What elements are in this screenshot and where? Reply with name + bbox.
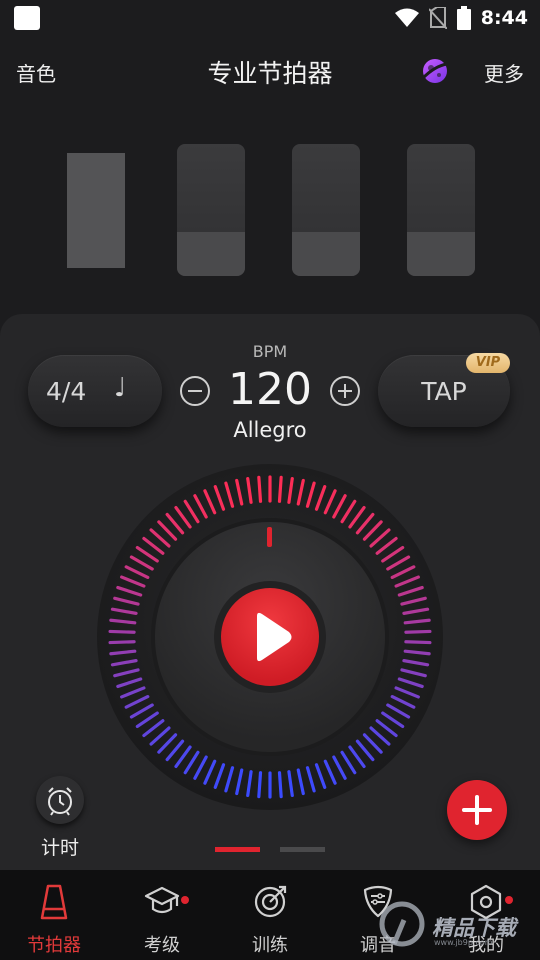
title-bar: 音色 专业节拍器 更多 — [0, 36, 540, 108]
dial-tick — [277, 475, 283, 503]
beat-indicator-3[interactable] — [292, 144, 360, 276]
tab-metronome[interactable]: 节拍器 — [0, 870, 108, 960]
timer-label: 计时 — [40, 837, 79, 859]
beat-level — [177, 232, 245, 276]
battery-icon — [456, 6, 471, 30]
increase-bpm-button[interactable] — [330, 376, 360, 406]
metronome-icon — [40, 884, 68, 920]
dial-tick — [404, 640, 432, 645]
dial-tick — [108, 629, 136, 634]
dial-tick — [108, 640, 136, 645]
beat-indicator-4[interactable] — [407, 144, 475, 276]
tap-label: TAP — [421, 377, 467, 406]
tab-label: 节拍器 — [27, 935, 81, 956]
tempo-dial[interactable] — [96, 463, 444, 811]
dial-tick — [257, 771, 263, 799]
dial-tick — [277, 771, 283, 799]
beat-level — [292, 232, 360, 276]
page-indicator-1 — [215, 847, 260, 852]
page-title: 专业节拍器 — [207, 59, 333, 88]
watermark-url: www.jb9p.com — [434, 938, 493, 947]
notification-dot — [181, 896, 189, 904]
timer-button[interactable] — [36, 776, 84, 824]
status-time: 8:44 — [480, 7, 528, 29]
dial-tick — [257, 475, 263, 503]
status-bar: 8:44 — [0, 0, 540, 36]
add-button[interactable] — [447, 780, 507, 840]
alarm-clock-icon — [48, 787, 72, 816]
watermark-logo-icon — [379, 901, 425, 947]
dial-tick — [404, 629, 432, 634]
watermark: 精品下载 www.jb9p.com — [378, 898, 540, 958]
tab-label: 训练 — [252, 935, 288, 956]
vip-badge: VIP — [466, 353, 510, 373]
dial-pointer — [267, 527, 272, 547]
beat-indicator-2[interactable] — [177, 144, 245, 276]
no-sim-icon — [428, 7, 447, 29]
tab-exam[interactable]: 考级 — [108, 870, 216, 960]
target-icon — [254, 885, 287, 918]
notification-icon — [14, 6, 40, 30]
wifi-icon — [394, 8, 419, 27]
planet-icon[interactable] — [420, 56, 450, 86]
beat-indicator-1[interactable] — [67, 153, 125, 268]
beat-level — [407, 232, 475, 276]
more-button[interactable]: 更多 — [484, 58, 524, 87]
graduation-cap-icon — [144, 886, 180, 914]
page-indicator-2 — [280, 847, 325, 852]
tab-label: 考级 — [144, 935, 180, 956]
tab-training[interactable]: 训练 — [216, 870, 324, 960]
